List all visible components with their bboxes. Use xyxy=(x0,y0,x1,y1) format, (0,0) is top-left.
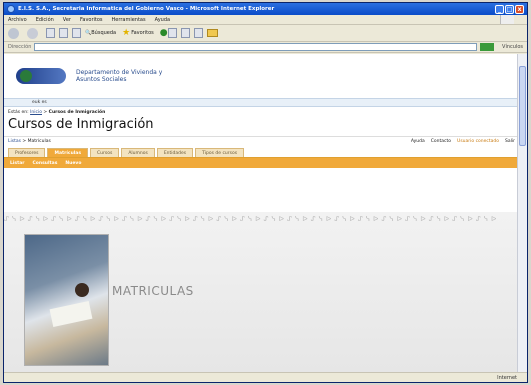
browser-toolbar: 🔍 Búsqueda ★ Favoritos ● xyxy=(4,25,527,42)
page-title: Cursos de Inmigración xyxy=(8,117,154,132)
forward-arrow-icon xyxy=(27,27,38,39)
tab-matriculas[interactable]: Matrículas xyxy=(47,148,89,157)
windows-flag-icon xyxy=(500,15,514,24)
minimize-button[interactable]: _ xyxy=(495,4,504,14)
address-label: Dirección xyxy=(8,44,32,50)
site-header: Departamento de Vivienda y Asuntos Socia… xyxy=(4,54,519,98)
page-content: Departamento de Vivienda y Asuntos Socia… xyxy=(4,54,519,374)
maximize-button[interactable]: □ xyxy=(505,4,514,14)
scrollbar-thumb[interactable] xyxy=(519,66,526,146)
refresh-icon[interactable] xyxy=(59,28,68,38)
print-icon[interactable] xyxy=(193,28,203,38)
ie-icon xyxy=(7,5,15,13)
action-consultas[interactable]: Consultas xyxy=(33,161,58,166)
language-bar[interactable]: euk es xyxy=(4,98,519,107)
menu-favoritos[interactable]: Favoritos xyxy=(80,17,103,23)
vertical-scrollbar[interactable] xyxy=(517,54,527,374)
action-bar: Listar Consultas Nuevo xyxy=(4,158,519,168)
close-button[interactable]: x xyxy=(515,4,524,14)
browser-window: E.I.S. S.A., Secretaria Informatica del … xyxy=(3,2,528,383)
window-title: E.I.S. S.A., Secretaria Informatica del … xyxy=(18,6,275,12)
tab-alumnos[interactable]: Alumnos xyxy=(121,148,155,157)
favorites-button[interactable]: ★ Favoritos xyxy=(122,28,154,38)
menu-archivo[interactable]: Archivo xyxy=(8,17,27,23)
action-listar[interactable]: Listar xyxy=(10,161,25,166)
lists-link[interactable]: Listas xyxy=(8,139,21,144)
search-button[interactable]: 🔍 Búsqueda xyxy=(85,30,116,36)
section-heading: MATRICULAS xyxy=(112,284,194,298)
department-name: Departamento de Vivienda y Asuntos Socia… xyxy=(76,69,163,83)
breadcrumb: Estás en: Inicio > Cursos de Inmigración xyxy=(8,110,106,115)
photo-paper xyxy=(49,301,93,327)
breadcrumb-current: Cursos de Inmigración xyxy=(48,110,106,115)
tab-bar: Profesores Matrículas Cursos Alumnos Ent… xyxy=(4,146,519,158)
exit-link[interactable]: Salir xyxy=(505,139,515,144)
star-icon: ★ xyxy=(122,28,131,38)
menu-ver[interactable]: Ver xyxy=(63,17,71,23)
address-input[interactable] xyxy=(34,43,478,51)
contact-link[interactable]: Contacto xyxy=(431,139,451,144)
go-button[interactable] xyxy=(480,43,495,51)
menu-ayuda[interactable]: Ayuda xyxy=(155,17,170,23)
help-link[interactable]: Ayuda xyxy=(411,139,425,144)
tab-entidades[interactable]: Entidades xyxy=(156,148,194,157)
decorative-pattern: ᔑᓭᐅᔑᓭᐅᔑᓭᐅᔑᓭᐅᔑᓭᐅᔑᓭᐅᔑᓭᐅᔑᓭᐅᔑᓭᐅᔑᓭᐅᔑᓭᐅᔑᓭᐅᔑᓭᐅᔑ… xyxy=(4,215,500,223)
history-icon[interactable] xyxy=(167,28,177,38)
tab-tipos-de-cursos[interactable]: Tipos de cursos xyxy=(195,148,245,157)
action-nuevo[interactable]: Nuevo xyxy=(65,161,81,166)
links-label[interactable]: Vínculos xyxy=(502,44,523,50)
student-photo xyxy=(24,234,109,366)
menu-bar: Archivo Edición Ver Favoritos Herramient… xyxy=(4,15,527,25)
back-button[interactable] xyxy=(8,27,21,39)
sub-navigation: Listas > Matrículas Ayuda Contacto Usuar… xyxy=(4,136,519,146)
gobierno-vasco-logo xyxy=(16,68,66,84)
menu-edicion[interactable]: Edición xyxy=(36,17,54,23)
mail-icon[interactable] xyxy=(180,28,190,38)
user-info: Usuario conectado xyxy=(457,139,500,144)
forward-button[interactable] xyxy=(27,27,40,39)
current-section: Matrículas xyxy=(27,139,51,144)
main-area: ᔑᓭᐅᔑᓭᐅᔑᓭᐅᔑᓭᐅᔑᓭᐅᔑᓭᐅᔑᓭᐅᔑᓭᐅᔑᓭᐅᔑᓭᐅᔑᓭᐅᔑᓭᐅᔑᓭᐅᔑ… xyxy=(4,212,519,374)
tab-profesores[interactable]: Profesores xyxy=(8,148,46,157)
photo-person xyxy=(75,283,89,297)
media-icon[interactable]: ● xyxy=(160,28,168,38)
breadcrumb-home-link[interactable]: Inicio xyxy=(30,110,42,115)
menu-herramientas[interactable]: Herramientas xyxy=(112,17,146,23)
home-icon[interactable] xyxy=(72,28,81,38)
stop-icon[interactable] xyxy=(46,28,55,38)
title-bar: E.I.S. S.A., Secretaria Informatica del … xyxy=(4,3,527,15)
back-arrow-icon xyxy=(8,27,19,39)
internet-zone: Internet xyxy=(497,374,517,381)
status-bar: Internet xyxy=(4,372,527,382)
tab-cursos[interactable]: Cursos xyxy=(90,148,120,157)
address-bar: Dirección Vínculos xyxy=(4,42,527,53)
folder-icon[interactable] xyxy=(206,29,218,37)
